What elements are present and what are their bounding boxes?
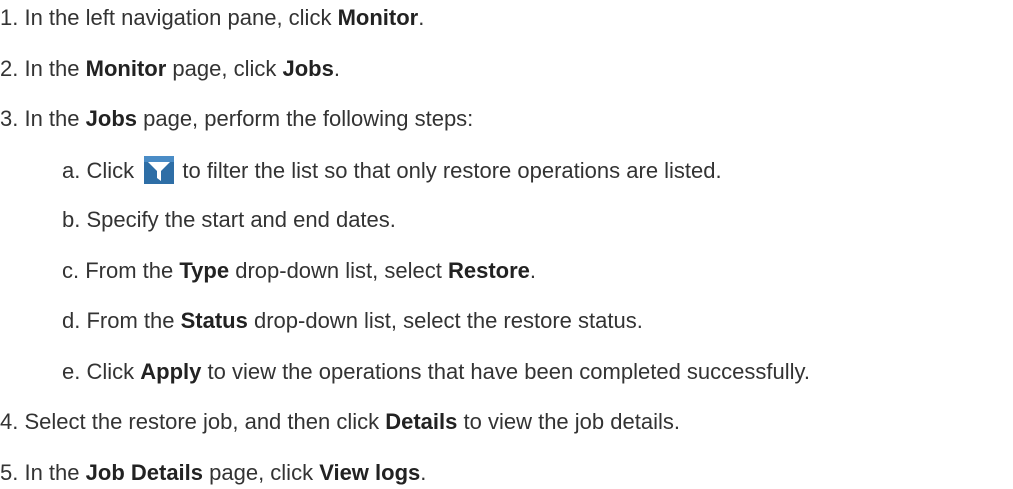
step-text: page, click <box>166 56 283 81</box>
step-5: 5. In the Job Details page, click View l… <box>0 459 426 487</box>
bold-term: Jobs <box>85 106 137 131</box>
step-text: In the <box>18 56 86 81</box>
substep-text: . <box>529 258 537 283</box>
step-text: In the <box>18 106 86 131</box>
substep-text: drop-down list, select the restore statu… <box>247 308 643 333</box>
bold-term: Type <box>179 258 230 283</box>
substep-letter: b. <box>62 207 81 232</box>
step-number: 1. <box>0 5 19 30</box>
substep-text: to view the operations that have been co… <box>201 359 810 384</box>
bold-term: View logs <box>319 460 421 485</box>
bold-term: Monitor <box>337 5 419 30</box>
bold-term: Details <box>385 409 458 434</box>
bold-term: Status <box>180 308 248 333</box>
substep-e: e. Click Apply to view the operations th… <box>62 358 810 386</box>
step-text: Select the restore job, and then click <box>18 409 386 434</box>
substep-c: c. From the Type drop-down list, select … <box>62 257 536 285</box>
substep-letter: e. <box>62 359 81 384</box>
step-text: page, click <box>203 460 320 485</box>
step-text: In the <box>18 460 86 485</box>
step-text: . <box>420 460 427 485</box>
substep-text: Specify the start and end dates. <box>80 207 396 232</box>
step-number: 3. <box>0 106 19 131</box>
substep-text: From the <box>79 258 180 283</box>
step-4: 4. Select the restore job, and then clic… <box>0 408 680 436</box>
bold-term: Job Details <box>85 460 204 485</box>
substep-b: b. Specify the start and end dates. <box>62 206 396 234</box>
step-text: to view the job details. <box>457 409 680 434</box>
substep-letter: d. <box>62 308 81 333</box>
bold-term: Apply <box>140 359 202 384</box>
substep-d: d. From the Status drop-down list, selec… <box>62 307 643 335</box>
substep-a: a. Click to filter the list so that only… <box>62 156 722 184</box>
substep-text: drop-down list, select <box>229 258 448 283</box>
bold-term: Jobs <box>282 56 334 81</box>
step-number: 4. <box>0 409 19 434</box>
step-number: 5. <box>0 460 19 485</box>
bold-term: Monitor <box>85 56 167 81</box>
step-1: 1. In the left navigation pane, click Mo… <box>0 4 424 32</box>
substep-text: Click <box>80 158 141 183</box>
filter-icon[interactable] <box>144 156 175 184</box>
step-text: . <box>418 5 425 30</box>
substep-text: From the <box>80 308 181 333</box>
bold-term: Restore <box>447 258 530 283</box>
substep-text: to filter the list so that only restore … <box>176 158 722 183</box>
substep-letter: a. <box>62 158 81 183</box>
step-number: 2. <box>0 56 19 81</box>
step-3: 3. In the Jobs page, perform the followi… <box>0 105 473 133</box>
step-text: page, perform the following steps: <box>137 106 474 131</box>
step-2: 2. In the Monitor page, click Jobs. <box>0 55 340 83</box>
substep-text: Click <box>80 359 141 384</box>
step-text: . <box>333 56 340 81</box>
substep-letter: c. <box>62 258 80 283</box>
step-text: In the left navigation pane, click <box>18 5 338 30</box>
